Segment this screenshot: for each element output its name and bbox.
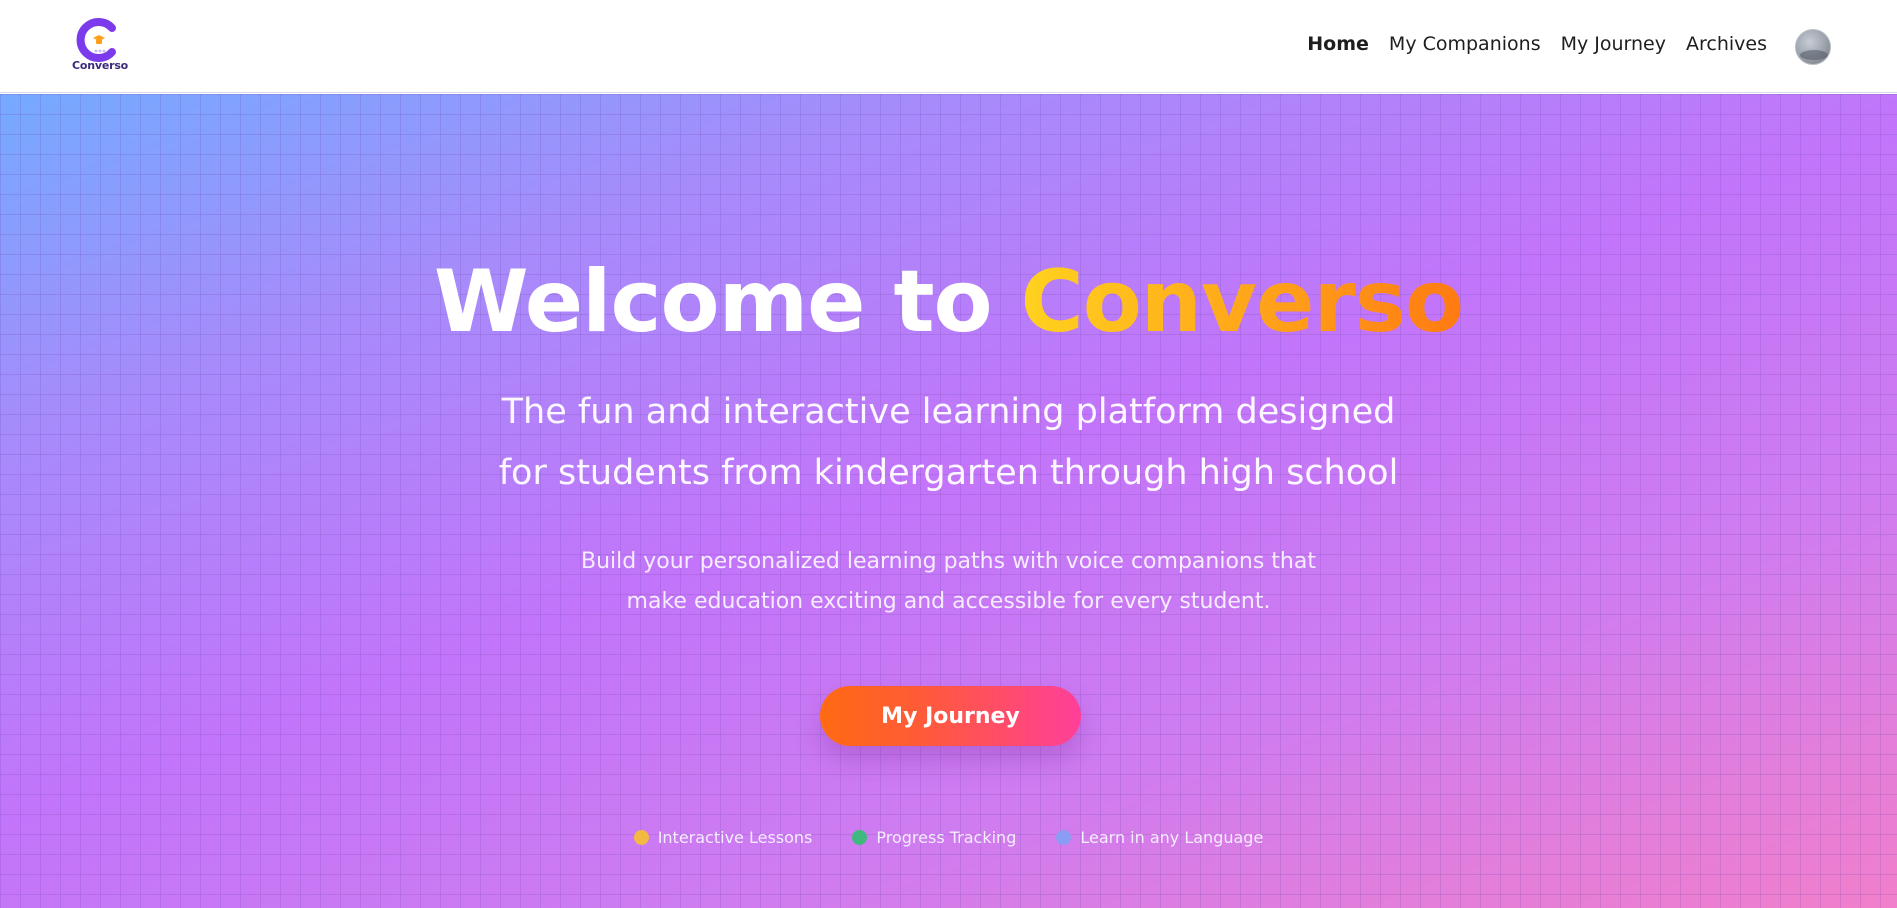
feature-dot xyxy=(1056,830,1072,845)
feature-label: Interactive Lessons xyxy=(657,828,813,847)
hero-title-brand: Converso xyxy=(1020,252,1464,352)
avatar-image xyxy=(1800,50,1828,60)
hero-subtitle-line-2: for students from kindergarten through h… xyxy=(498,453,1399,493)
feature-dot xyxy=(852,830,868,845)
hero-section: Welcome to Converso The fun and interact… xyxy=(0,94,1897,908)
converso-logo-icon xyxy=(76,18,116,62)
hero-subtitle-line-1: The fun and interactive learning platfor… xyxy=(501,392,1396,432)
hero-description-line-2: make education exciting and accessible f… xyxy=(626,589,1271,614)
feature-label: Progress Tracking xyxy=(876,828,1017,847)
hero-description-line-1: Build your personalized learning paths w… xyxy=(581,549,1316,574)
hero-description: Build your personalized learning paths w… xyxy=(0,542,1897,622)
nav-home[interactable]: Home xyxy=(1307,33,1369,55)
feature-learn-any-language: Learn in any Language xyxy=(1056,828,1263,847)
nav-my-companions[interactable]: My Companions xyxy=(1389,33,1541,55)
user-avatar[interactable] xyxy=(1795,29,1831,65)
main-nav: Home My Companions My Journey Archives xyxy=(1307,33,1767,55)
hero-title: Welcome to Converso xyxy=(0,252,1897,352)
hero-subtitle: The fun and interactive learning platfor… xyxy=(0,382,1897,504)
feature-list: Interactive Lessons Progress Tracking Le… xyxy=(0,828,1897,847)
hero-title-prefix: Welcome to xyxy=(433,252,1021,352)
feature-progress-tracking: Progress Tracking xyxy=(852,828,1016,847)
feature-interactive-lessons: Interactive Lessons xyxy=(633,828,813,847)
logo-text: Converso xyxy=(72,59,129,72)
nav-my-journey[interactable]: My Journey xyxy=(1561,33,1666,55)
feature-dot xyxy=(633,830,649,845)
top-navbar: Converso Home My Companions My Journey A… xyxy=(0,0,1897,93)
my-journey-button[interactable]: My Journey xyxy=(820,686,1081,746)
logo[interactable]: Converso xyxy=(72,18,128,74)
nav-archives[interactable]: Archives xyxy=(1686,33,1767,55)
feature-label: Learn in any Language xyxy=(1080,828,1264,847)
